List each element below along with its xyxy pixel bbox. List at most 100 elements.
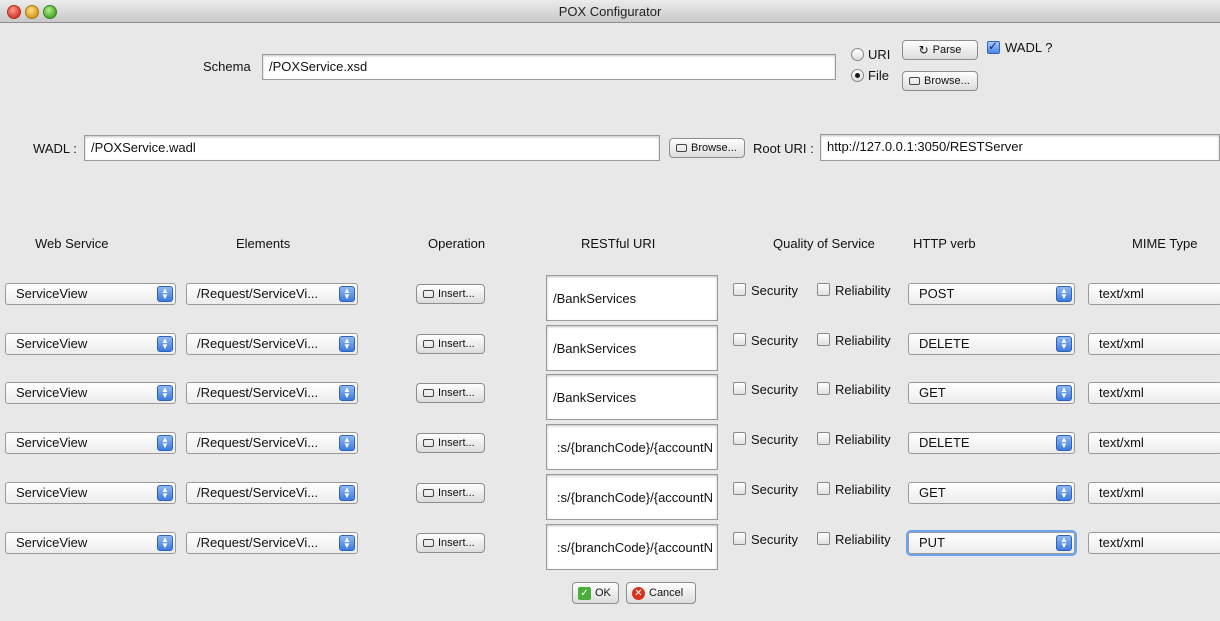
reliability-checkbox[interactable]	[817, 333, 830, 346]
web-service-select[interactable]: ServiceView ▲ ▼	[5, 482, 176, 504]
insert-button[interactable]: Insert...	[416, 433, 485, 453]
insert-button[interactable]: Insert...	[416, 533, 485, 553]
web-service-value: ServiceView	[16, 535, 88, 550]
insert-button-label: Insert...	[438, 487, 475, 499]
insert-button[interactable]: Insert...	[416, 334, 485, 354]
root-uri-input[interactable]: http://127.0.0.1:3050/RESTServer	[820, 134, 1220, 161]
folder-icon	[676, 144, 687, 152]
web-service-select[interactable]: ServiceView ▲ ▼	[5, 333, 176, 355]
element-select[interactable]: /Request/ServiceVi... ▲ ▼	[186, 532, 358, 554]
reliability-checkbox[interactable]	[817, 532, 830, 545]
security-checkbox[interactable]	[733, 482, 746, 495]
security-checkbox[interactable]	[733, 532, 746, 545]
web-service-select[interactable]: ServiceView ▲ ▼	[5, 382, 176, 404]
web-service-value: ServiceView	[16, 435, 88, 450]
window-title: POX Configurator	[558, 4, 662, 19]
http-verb-select[interactable]: PUT ▲ ▼	[908, 532, 1075, 554]
web-service-select[interactable]: ServiceView ▲ ▼	[5, 283, 176, 305]
file-radio-label: File	[868, 68, 889, 83]
select-arrows-icon: ▲ ▼	[339, 286, 355, 302]
restful-uri-input[interactable]: /BankServices	[546, 325, 718, 371]
reliability-label: Reliability	[835, 482, 891, 497]
schema-label: Schema	[203, 59, 251, 74]
element-select[interactable]: /Request/ServiceVi... ▲ ▼	[186, 333, 358, 355]
http-verb-select[interactable]: POST ▲ ▼	[908, 283, 1075, 305]
file-radio[interactable]	[851, 69, 864, 82]
window-titlebar: POX Configurator	[0, 0, 1220, 23]
uri-radio[interactable]	[851, 48, 864, 61]
schema-browse-button[interactable]: Browse...	[902, 71, 978, 91]
insert-button-label: Insert...	[438, 288, 475, 300]
insert-button-label: Insert...	[438, 387, 475, 399]
mime-type-select[interactable]: text/xml	[1088, 432, 1220, 454]
restful-uri-input[interactable]: :s/{branchCode}/{accountN	[546, 424, 718, 470]
reliability-checkbox[interactable]	[817, 382, 830, 395]
mime-type-value: text/xml	[1099, 435, 1144, 450]
insert-button-label: Insert...	[438, 338, 475, 350]
wadl-checkbox-label: WADL ?	[1005, 40, 1053, 55]
reliability-checkbox[interactable]	[817, 283, 830, 296]
http-verb-value: PUT	[919, 535, 945, 550]
insert-button[interactable]: Insert...	[416, 284, 485, 304]
select-arrows-icon: ▲ ▼	[1056, 535, 1072, 551]
security-checkbox[interactable]	[733, 382, 746, 395]
element-select[interactable]: /Request/ServiceVi... ▲ ▼	[186, 432, 358, 454]
element-value: /Request/ServiceVi...	[197, 535, 319, 550]
wadl-checkbox[interactable]	[987, 39, 1000, 54]
reliability-label: Reliability	[835, 283, 891, 298]
security-label: Security	[751, 482, 798, 497]
parse-button[interactable]: ↻ Parse	[902, 40, 978, 60]
column-header-operation: Operation	[428, 236, 486, 251]
select-arrows-icon: ▲ ▼	[157, 435, 173, 451]
element-value: /Request/ServiceVi...	[197, 336, 319, 351]
restful-uri-input[interactable]: :s/{branchCode}/{accountN	[546, 524, 718, 570]
folder-icon	[423, 290, 434, 298]
folder-icon	[423, 489, 434, 497]
security-checkbox[interactable]	[733, 432, 746, 445]
element-select[interactable]: /Request/ServiceVi... ▲ ▼	[186, 382, 358, 404]
select-arrows-icon: ▲ ▼	[157, 385, 173, 401]
web-service-select[interactable]: ServiceView ▲ ▼	[5, 532, 176, 554]
wadl-browse-button[interactable]: Browse...	[669, 138, 745, 158]
http-verb-select[interactable]: DELETE ▲ ▼	[908, 333, 1075, 355]
select-arrows-icon: ▲ ▼	[157, 336, 173, 352]
insert-button-label: Insert...	[438, 537, 475, 549]
security-label: Security	[751, 532, 798, 547]
restful-uri-input[interactable]: /BankServices	[546, 275, 718, 321]
reliability-checkbox[interactable]	[817, 482, 830, 495]
select-arrows-icon: ▲ ▼	[157, 535, 173, 551]
restful-uri-input[interactable]: /BankServices	[546, 374, 718, 420]
schema-input[interactable]: /POXService.xsd	[262, 54, 836, 80]
element-select[interactable]: /Request/ServiceVi... ▲ ▼	[186, 283, 358, 305]
insert-button[interactable]: Insert...	[416, 383, 485, 403]
element-value: /Request/ServiceVi...	[197, 385, 319, 400]
http-verb-select[interactable]: DELETE ▲ ▼	[908, 432, 1075, 454]
mime-type-select[interactable]: text/xml	[1088, 482, 1220, 504]
mime-type-select[interactable]: text/xml	[1088, 532, 1220, 554]
select-arrows-icon: ▲ ▼	[1056, 385, 1072, 401]
http-verb-select[interactable]: GET ▲ ▼	[908, 482, 1075, 504]
http-verb-select[interactable]: GET ▲ ▼	[908, 382, 1075, 404]
root-uri-label: Root URI :	[753, 141, 814, 156]
ok-button[interactable]: ✓ OK	[572, 582, 619, 604]
security-checkbox[interactable]	[733, 283, 746, 296]
cancel-button[interactable]: ✕ Cancel	[626, 582, 696, 604]
element-select[interactable]: /Request/ServiceVi... ▲ ▼	[186, 482, 358, 504]
web-service-select[interactable]: ServiceView ▲ ▼	[5, 432, 176, 454]
mime-type-select[interactable]: text/xml	[1088, 333, 1220, 355]
insert-button[interactable]: Insert...	[416, 483, 485, 503]
security-checkbox[interactable]	[733, 333, 746, 346]
ok-button-label: OK	[595, 587, 611, 599]
mime-type-value: text/xml	[1099, 535, 1144, 550]
mime-type-value: text/xml	[1099, 336, 1144, 351]
mime-type-value: text/xml	[1099, 385, 1144, 400]
mime-type-select[interactable]: text/xml	[1088, 283, 1220, 305]
restful-uri-input[interactable]: :s/{branchCode}/{accountN	[546, 474, 718, 520]
select-arrows-icon: ▲ ▼	[339, 336, 355, 352]
reliability-label: Reliability	[835, 532, 891, 547]
reliability-checkbox[interactable]	[817, 432, 830, 445]
http-verb-value: GET	[919, 385, 946, 400]
mime-type-select[interactable]: text/xml	[1088, 382, 1220, 404]
column-header-elements: Elements	[236, 236, 291, 251]
wadl-input[interactable]: /POXService.wadl	[84, 135, 660, 161]
